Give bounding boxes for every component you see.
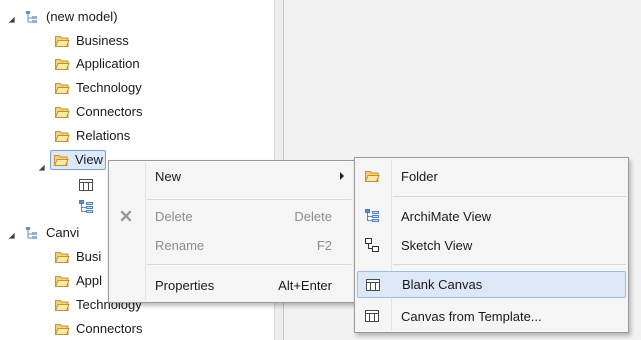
folder-icon <box>363 167 381 185</box>
menu-item-accelerator: Delete <box>294 208 332 224</box>
archimate-view-icon <box>363 207 381 225</box>
tree-item-label: Canvi <box>46 225 80 240</box>
menu-separator <box>147 199 352 200</box>
folder-icon <box>54 297 70 313</box>
menu-item-label: Delete <box>155 208 193 224</box>
expand-twisty-icon[interactable] <box>6 230 16 240</box>
tree-item-canvas-view[interactable] <box>78 174 100 196</box>
model-icon <box>24 225 40 241</box>
tree-item-label: View <box>75 152 103 167</box>
folder-icon <box>54 33 70 49</box>
tree-selection: View <box>50 150 106 170</box>
menu-separator <box>147 264 352 265</box>
sketch-view-icon <box>363 236 381 254</box>
menu-item-label: Folder <box>401 168 438 184</box>
model-icon <box>24 9 40 25</box>
canvas-icon <box>78 177 94 193</box>
menu-item-properties[interactable]: Properties Alt+Enter <box>109 272 354 298</box>
folder-icon <box>54 273 70 289</box>
context-menu: New Delete Delete Rename F2 Properties A… <box>108 160 355 303</box>
tree-item-views[interactable]: View <box>50 150 106 170</box>
menu-separator <box>393 196 626 197</box>
folder-icon <box>54 321 70 337</box>
tree-item-connectors[interactable]: Connectors <box>54 101 142 123</box>
menu-item-delete[interactable]: Delete Delete <box>109 203 354 229</box>
tree-item-label: Business <box>76 33 129 48</box>
folder-icon <box>54 56 70 72</box>
folder-icon <box>54 249 70 265</box>
folder-icon <box>54 104 70 120</box>
tree-item-label: Technology <box>76 80 142 95</box>
menu-item-accelerator: Alt+Enter <box>278 277 332 293</box>
submenu-arrow-icon <box>340 172 344 180</box>
tree-item-archimate-view[interactable] <box>78 196 100 218</box>
menu-item-accelerator: F2 <box>316 237 332 253</box>
menu-item-new[interactable]: New <box>109 163 354 189</box>
tree-item-connectors[interactable]: Connectors <box>54 318 142 340</box>
menu-item-label: ArchiMate View <box>401 208 492 224</box>
tree-item-relations[interactable]: Relations <box>54 125 130 147</box>
folder-icon <box>53 152 69 168</box>
submenu-item-archimate-view[interactable]: ArchiMate View <box>355 203 628 229</box>
menu-item-label: Rename <box>155 237 205 253</box>
menu-item-label: Canvas from Template... <box>401 308 542 324</box>
tree-item-label: Connectors <box>76 321 143 336</box>
tree-item-label: Relations <box>76 128 131 143</box>
menu-item-rename[interactable]: Rename F2 <box>109 232 354 258</box>
tree-item-canvi[interactable]: Canvi <box>24 222 79 244</box>
submenu-item-folder[interactable]: Folder <box>355 163 628 189</box>
tree-item-new-model[interactable]: (new model) <box>24 6 118 28</box>
menu-item-label: Blank Canvas <box>402 277 483 292</box>
folder-icon <box>54 128 70 144</box>
tree-item-label: Application <box>76 56 140 71</box>
menu-item-label: New <box>155 168 182 184</box>
submenu-item-blank-canvas[interactable]: Blank Canvas <box>357 271 626 298</box>
tree-item-label: Connectors <box>76 104 143 119</box>
canvas-icon <box>364 276 382 294</box>
tree-item-business[interactable]: Busi <box>54 246 101 268</box>
expand-twisty-icon[interactable] <box>36 162 46 172</box>
delete-x-icon <box>117 207 135 225</box>
canvas-icon <box>363 307 381 325</box>
folder-icon <box>54 80 70 96</box>
menu-item-label: Properties <box>155 277 215 293</box>
archimate-view-icon <box>78 199 94 215</box>
tree-item-label: (new model) <box>46 9 118 24</box>
menu-item-label: Sketch View <box>401 237 473 253</box>
tree-item-technology[interactable]: Technology <box>54 77 142 99</box>
new-submenu: Folder ArchiMate View Sketch View Blank … <box>354 157 629 333</box>
tree-item-label: Appl <box>76 273 103 288</box>
submenu-item-sketch-view[interactable]: Sketch View <box>355 232 628 258</box>
tree-item-application[interactable]: Appl <box>54 270 102 292</box>
tree-item-application[interactable]: Application <box>54 53 140 75</box>
menu-separator <box>393 264 626 265</box>
expand-twisty-icon[interactable] <box>6 14 16 24</box>
submenu-item-canvas-from-template[interactable]: Canvas from Template... <box>355 303 628 329</box>
tree-item-label: Busi <box>76 249 102 264</box>
tree-item-business[interactable]: Business <box>54 30 129 52</box>
